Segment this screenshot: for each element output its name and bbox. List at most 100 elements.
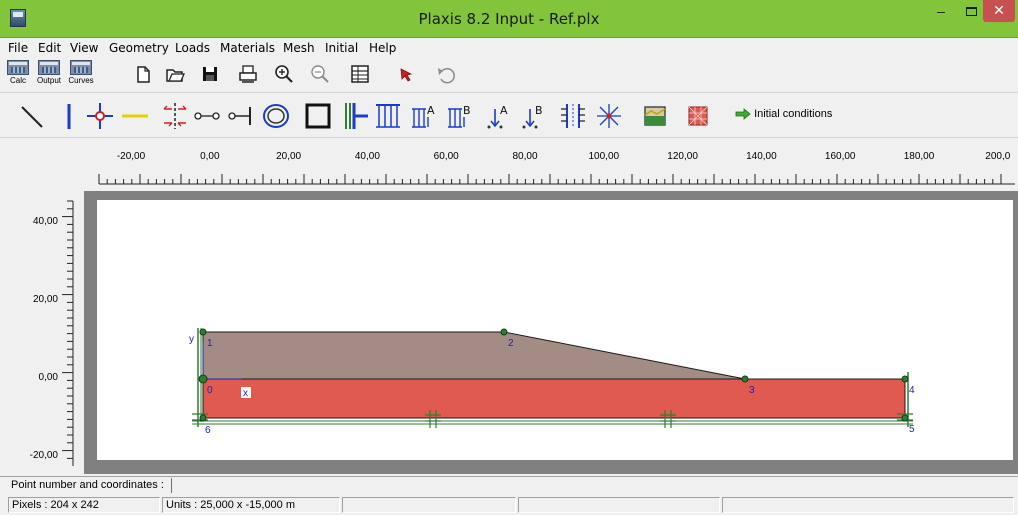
x-ruler-label: 120,00 [667, 151, 698, 162]
x-ruler-label: 160,00 [825, 151, 856, 162]
distributed-load-a-icon[interactable] [373, 101, 403, 131]
initial-conditions-button[interactable]: Initial conditions [735, 108, 832, 126]
menu-file[interactable]: File [8, 41, 28, 55]
distributed-load-system-b-icon[interactable]: B [446, 101, 476, 131]
title-bar: Plaxis 8.2 Input - Ref.plx – ✕ [0, 0, 1018, 38]
standard-fixities-icon[interactable] [304, 101, 334, 131]
point-label-0: 0 [207, 385, 213, 396]
x-ruler-label: 80,00 [512, 151, 537, 162]
y-ruler-label: 40,00 [33, 216, 58, 227]
point-label-2: 2 [508, 338, 514, 349]
generate-mesh-icon[interactable] [683, 101, 713, 131]
save-icon[interactable] [199, 63, 221, 85]
svg-text:A: A [500, 104, 508, 117]
svg-text:A: A [427, 104, 435, 117]
geometry-point-5[interactable] [901, 414, 909, 422]
close-button[interactable]: ✕ [983, 0, 1015, 22]
geometry-point-1[interactable] [199, 328, 207, 336]
x-ruler-label: 20,00 [276, 151, 301, 162]
fixed-end-anchor-icon[interactable] [226, 101, 256, 131]
green-arrow-icon [735, 108, 751, 120]
output-label: Output [36, 76, 61, 85]
status-panel-3 [342, 497, 516, 513]
geometry-point-3[interactable] [741, 375, 749, 383]
output-button[interactable]: Output [35, 60, 63, 90]
horizontal-fixity-icon[interactable] [340, 101, 370, 131]
point-load-system-a-icon[interactable]: A [483, 101, 513, 131]
tunnel-icon[interactable] [261, 101, 291, 131]
calc-button[interactable]: Calc [4, 60, 32, 90]
x-ruler-label: 60,00 [434, 151, 459, 162]
print-icon[interactable] [237, 63, 259, 85]
x-ruler-label: 180,00 [904, 151, 935, 162]
menu-bar: File Edit View Geometry Loads Materials … [0, 38, 1018, 58]
zoom-in-icon[interactable] [273, 63, 295, 85]
selection-arrow-icon[interactable] [395, 63, 417, 85]
open-file-icon[interactable] [164, 63, 186, 85]
x-ruler-label: 0,00 [200, 151, 220, 162]
new-file-icon[interactable] [132, 63, 154, 85]
plate-icon[interactable] [54, 101, 84, 131]
plaxis-input-window: Plaxis 8.2 Input - Ref.plx – ✕ File Edit… [0, 0, 1018, 515]
y-axis-label: y [189, 334, 194, 345]
calculations-program-icon [7, 60, 29, 75]
menu-edit[interactable]: Edit [38, 41, 61, 55]
interface-icon[interactable] [160, 101, 190, 131]
menu-loads[interactable]: Loads [175, 41, 210, 55]
zoom-out-icon[interactable] [309, 63, 331, 85]
geometry-point-2[interactable] [500, 328, 508, 336]
point-label-4: 4 [909, 385, 915, 396]
curves-label: Curves [68, 76, 94, 85]
distributed-load-system-a-icon[interactable]: A [410, 101, 440, 131]
x-ruler-label: 100,00 [589, 151, 620, 162]
curves-button[interactable]: Curves [67, 60, 95, 90]
point-label-5: 5 [909, 424, 915, 435]
geometry-point-0[interactable] [198, 374, 208, 384]
status-panel-4 [518, 497, 720, 513]
menu-mesh[interactable]: Mesh [283, 41, 315, 55]
geometry-point-4[interactable] [901, 375, 909, 383]
output-program-icon [38, 60, 60, 75]
standard-toolbar: Calc Output Curves [0, 58, 1018, 93]
vertical-ruler: 40,00 20,00 0,00 -20,00 [0, 194, 97, 475]
pixel-readout: Pixels : 204 x 242 [8, 497, 160, 513]
x-axis-label: x [243, 388, 248, 399]
horizontal-ruler: -20,00 0,00 20,00 40,00 60,00 80,00 100,00 120,… [97, 139, 1018, 191]
status-bar: Pixels : 204 x 242 Units : 25,000 x -15,… [0, 495, 1018, 515]
coordinate-prompt: Point number and coordinates : [11, 479, 164, 491]
table-icon[interactable] [349, 63, 371, 85]
foundation-soil-cluster[interactable] [202, 378, 906, 419]
menu-help[interactable]: Help [369, 41, 396, 55]
point-label-6: 6 [205, 425, 211, 436]
minimize-button[interactable]: – [926, 0, 956, 25]
geometry-drawing-area[interactable]: y x 0 1 2 3 4 5 6 [97, 200, 1013, 460]
menu-view[interactable]: View [70, 41, 98, 55]
embankment-soil-cluster[interactable] [202, 331, 746, 380]
menu-materials[interactable]: Materials [220, 41, 275, 55]
geometry-point-6[interactable] [199, 414, 207, 422]
x-ruler-label: -20,00 [117, 151, 146, 162]
undo-icon[interactable] [435, 63, 457, 85]
menu-initial[interactable]: Initial [325, 41, 358, 55]
node-to-node-anchor-icon[interactable] [192, 101, 222, 131]
coordinate-input-field[interactable] [171, 478, 1018, 493]
svg-text:B: B [463, 104, 471, 117]
maximize-icon [965, 7, 977, 16]
material-sets-icon[interactable] [640, 101, 670, 131]
window-title: Plaxis 8.2 Input - Ref.plx [418, 10, 600, 28]
workspace: -20,00 0,00 20,00 40,00 60,00 80,00 100,00 120,… [0, 139, 1018, 475]
geometry-line-icon[interactable] [18, 101, 48, 131]
point-load-system-b-icon[interactable]: B [518, 101, 548, 131]
hinge-icon[interactable] [85, 101, 115, 131]
point-label-1: 1 [207, 338, 213, 349]
status-panel-5 [722, 497, 1014, 513]
prescribed-displacement-icon[interactable] [558, 101, 588, 131]
svg-text:B: B [535, 104, 543, 117]
geometry-toolbar: A B A B Initial conditions [0, 94, 1018, 138]
maximize-button[interactable] [956, 0, 986, 25]
geogrid-icon[interactable] [120, 101, 150, 131]
menu-geometry[interactable]: Geometry [109, 41, 169, 55]
y-ruler-label: 20,00 [33, 294, 58, 305]
y-ruler-label: 0,00 [39, 372, 59, 383]
rotation-fixity-icon[interactable] [594, 101, 624, 131]
